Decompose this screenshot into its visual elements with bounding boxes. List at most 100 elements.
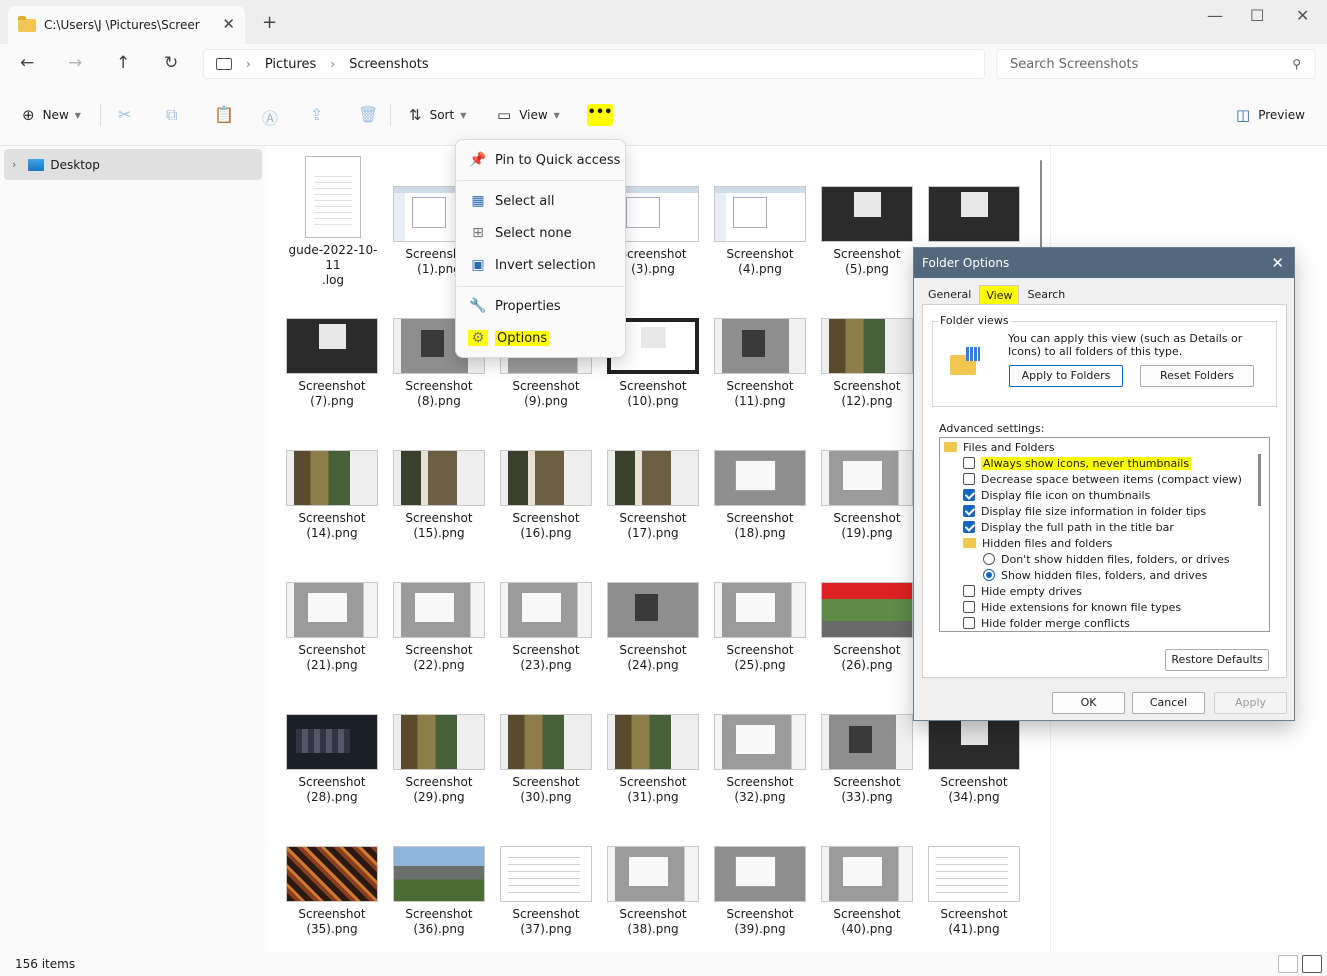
restore-defaults-button[interactable]: Restore Defaults [1165, 649, 1269, 671]
list-item[interactable]: Screenshot (30).png [498, 714, 594, 805]
list-item[interactable]: Screenshot (26).png [819, 582, 915, 673]
share-icon[interactable]: ⇪ [310, 105, 323, 124]
menu-item-invert-selection[interactable]: ▣ Invert selection [456, 250, 627, 280]
checkbox[interactable] [963, 473, 975, 485]
checkbox[interactable] [963, 521, 975, 533]
list-item[interactable]: Screenshot (14).png [284, 450, 380, 541]
tab-current[interactable]: C:\Users\J \Pictures\Screer ✕ [8, 6, 245, 44]
setting-compact-view[interactable]: Decrease space between items (compact vi… [963, 471, 1242, 487]
breadcrumb-screenshots[interactable]: Screenshots [349, 57, 429, 72]
checkbox[interactable] [963, 489, 975, 501]
list-item[interactable]: Screenshot (15).png [391, 450, 487, 541]
view-button[interactable]: ▭ View ▼ [497, 106, 560, 124]
list-item[interactable] [926, 186, 1022, 242]
setting-show-hidden[interactable]: Show hidden files, folders, and drives [983, 567, 1207, 583]
sidebar-item-desktop[interactable]: › Desktop [4, 149, 262, 180]
close-icon[interactable]: ✕ [1271, 248, 1284, 278]
list-item[interactable]: Screenshot (36).png [391, 846, 487, 937]
list-item[interactable]: Screenshot (16).png [498, 450, 594, 541]
list-item[interactable]: Screenshot (23).png [498, 582, 594, 673]
breadcrumb-separator[interactable]: › [246, 57, 251, 71]
list-item[interactable]: gude-2022-10-11 .log [285, 156, 381, 288]
sort-button[interactable]: ⇅ Sort ▼ [409, 106, 466, 124]
list-item[interactable]: Screenshot (29).png [391, 714, 487, 805]
menu-item-options[interactable]: ⚙ Options [456, 323, 627, 353]
settings-scrollbar[interactable] [1258, 454, 1261, 506]
list-item[interactable]: Screenshot (12).png [819, 318, 915, 409]
maximize-button[interactable]: ☐ [1250, 6, 1264, 25]
menu-item-pin-quick-access[interactable]: 📌 Pin to Quick access [456, 145, 627, 175]
cancel-button[interactable]: Cancel [1132, 692, 1205, 714]
list-item[interactable]: Screenshot (38).png [605, 846, 701, 937]
up-button[interactable]: ↑ [116, 53, 130, 73]
forward-button[interactable]: → [68, 53, 82, 73]
rename-icon[interactable]: Ⓐ [262, 105, 278, 129]
list-item[interactable]: Screenshot (4).png [712, 186, 808, 277]
back-button[interactable]: ← [20, 53, 34, 73]
close-tab-icon[interactable]: ✕ [222, 15, 235, 33]
setting-hide-merge-conflicts[interactable]: Hide folder merge conflicts [963, 615, 1130, 631]
setting-file-icon-thumbnails[interactable]: Display file icon on thumbnails [963, 487, 1150, 503]
breadcrumb-pictures[interactable]: Pictures [265, 57, 316, 72]
list-item[interactable]: Screenshot (35).png [284, 846, 380, 937]
list-item[interactable]: Screenshot (31).png [605, 714, 701, 805]
setting-hide-extensions[interactable]: Hide extensions for known file types [963, 599, 1181, 615]
list-item[interactable]: Screenshot (19).png [819, 450, 915, 541]
checkbox[interactable] [963, 505, 975, 517]
list-item[interactable]: Screenshot (34).png [926, 714, 1022, 805]
see-more-button[interactable]: ••• [587, 104, 613, 126]
list-item[interactable]: Screenshot (41).png [926, 846, 1022, 937]
list-item[interactable]: Screenshot (37).png [498, 846, 594, 937]
this-pc-icon[interactable] [216, 58, 232, 70]
list-item[interactable]: Screenshot (17).png [605, 450, 701, 541]
apply-to-folders-button[interactable]: Apply to Folders [1009, 365, 1123, 387]
paste-icon[interactable]: 📋 [214, 105, 234, 124]
breadcrumb-separator[interactable]: › [330, 57, 335, 71]
setting-dont-show-hidden[interactable]: Don't show hidden files, folders, or dri… [983, 551, 1230, 567]
checkbox[interactable] [963, 601, 975, 613]
list-item[interactable]: Screenshot (11).png [712, 318, 808, 409]
setting-hide-empty-drives[interactable]: Hide empty drives [963, 583, 1082, 599]
ok-button[interactable]: OK [1052, 692, 1125, 714]
list-item[interactable]: Screenshot (7).png [284, 318, 380, 409]
list-item[interactable]: Screenshot (22).png [391, 582, 487, 673]
refresh-button[interactable]: ↻ [164, 53, 178, 73]
advanced-settings-list[interactable]: Files and Folders Always show icons, nev… [939, 437, 1270, 632]
large-icons-view-button[interactable] [1302, 955, 1322, 973]
checkbox[interactable] [963, 585, 975, 597]
details-view-button[interactable] [1278, 955, 1298, 973]
setting-full-path-title[interactable]: Display the full path in the title bar [963, 519, 1174, 535]
delete-icon[interactable]: 🗑 [358, 105, 378, 124]
tab-view[interactable]: View [979, 285, 1020, 305]
list-item[interactable]: Screenshot (21).png [284, 582, 380, 673]
minimize-button[interactable]: — [1207, 6, 1223, 25]
list-item[interactable]: Screenshot (25).png [712, 582, 808, 673]
list-item[interactable]: Screenshot (5).png [819, 186, 915, 277]
cut-icon[interactable]: ✂ [118, 105, 131, 124]
radio-button[interactable] [983, 553, 995, 565]
chevron-right-icon[interactable]: › [12, 158, 16, 171]
reset-folders-button[interactable]: Reset Folders [1140, 365, 1254, 387]
vertical-scrollbar[interactable] [1040, 160, 1042, 260]
tree-node-hidden-files[interactable]: Hidden files and folders [963, 535, 1112, 551]
preview-button[interactable]: ◫ Preview [1236, 106, 1305, 124]
tab-search[interactable]: Search [1021, 285, 1071, 305]
tree-node-files-folders[interactable]: Files and Folders [944, 439, 1055, 455]
list-item[interactable]: Screenshot (40).png [819, 846, 915, 937]
list-item[interactable]: Screenshot (32).png [712, 714, 808, 805]
copy-icon[interactable]: ⧉ [166, 105, 177, 125]
address-bar[interactable]: › Pictures › Screenshots [203, 49, 985, 79]
close-window-button[interactable]: ✕ [1296, 6, 1309, 25]
new-button[interactable]: ⊕ New ▼ [22, 106, 81, 124]
list-item[interactable]: Screenshot (18).png [712, 450, 808, 541]
search-input[interactable]: Search Screenshots [1010, 57, 1138, 72]
list-item[interactable]: Screenshot (28).png [284, 714, 380, 805]
list-item[interactable]: Screenshot (24).png [605, 582, 701, 673]
checkbox[interactable] [963, 617, 975, 629]
new-tab-button[interactable]: + [262, 12, 277, 33]
checkbox[interactable] [963, 457, 975, 469]
menu-item-select-all[interactable]: ▦ Select all [456, 186, 627, 216]
search-box[interactable]: Search Screenshots ⚲ [996, 49, 1316, 79]
apply-button[interactable]: Apply [1214, 692, 1287, 714]
list-item[interactable]: Screenshot (33).png [819, 714, 915, 805]
